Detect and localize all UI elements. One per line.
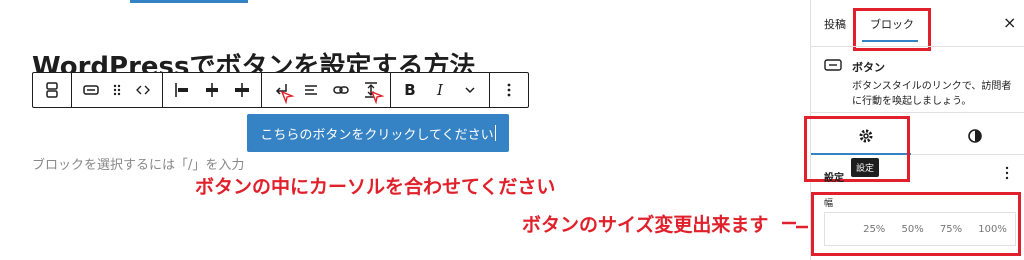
block-description-line1: ボタンスタイルのリンクで、訪問者 bbox=[852, 81, 1012, 92]
justify-space-icon[interactable] bbox=[227, 73, 257, 107]
vertical-align-icon[interactable] bbox=[296, 73, 326, 107]
text-cursor bbox=[494, 125, 496, 141]
annotation-box-block-tab bbox=[853, 8, 931, 51]
tab-post[interactable]: 投稿 bbox=[824, 16, 846, 32]
justify-center-icon[interactable] bbox=[197, 73, 227, 107]
button-block-icon bbox=[824, 59, 842, 71]
italic-icon[interactable]: I bbox=[425, 73, 455, 107]
size-annotation: ボタンのサイズ変更出来ます bbox=[522, 214, 769, 236]
divider bbox=[811, 112, 1024, 113]
drag-handle-icon[interactable] bbox=[106, 73, 128, 107]
settings-options-icon[interactable] bbox=[1003, 166, 1011, 180]
buttons-parent-icon[interactable] bbox=[37, 73, 67, 107]
pointer-mark-icon bbox=[280, 90, 294, 104]
move-arrows-icon[interactable] bbox=[128, 73, 158, 107]
button-block-icon[interactable] bbox=[76, 73, 106, 107]
annotation-box-width bbox=[811, 192, 1021, 256]
settings-label: 設定 bbox=[824, 173, 844, 184]
divider bbox=[911, 154, 1024, 155]
button-text[interactable]: こちらのボタンをクリックしてください bbox=[260, 124, 493, 143]
pointer-mark-icon bbox=[370, 90, 384, 104]
top-accent-bar bbox=[130, 0, 248, 3]
justify-left-icon[interactable] bbox=[167, 73, 197, 107]
wp-button-block[interactable]: こちらのボタンをクリックしてください bbox=[247, 114, 509, 152]
bold-icon[interactable]: B bbox=[395, 73, 425, 107]
divider bbox=[811, 46, 1024, 47]
annotation-box-settings bbox=[804, 116, 910, 182]
close-icon[interactable]: × bbox=[1003, 13, 1016, 32]
block-hint-text: ブロックを選択するには「/」を入力 bbox=[32, 158, 245, 173]
block-title: ボタン bbox=[852, 61, 885, 74]
link-icon[interactable] bbox=[326, 73, 356, 107]
options-icon[interactable] bbox=[494, 73, 524, 107]
cursor-annotation: ボタンの中にカーソルを合わせてください bbox=[195, 176, 556, 198]
annotation-arrow-icon bbox=[782, 221, 808, 229]
styles-contrast-icon[interactable] bbox=[967, 128, 983, 144]
more-chevron-icon[interactable] bbox=[455, 73, 485, 107]
block-description-line2: に行動を喚起しましょう。 bbox=[852, 96, 972, 107]
